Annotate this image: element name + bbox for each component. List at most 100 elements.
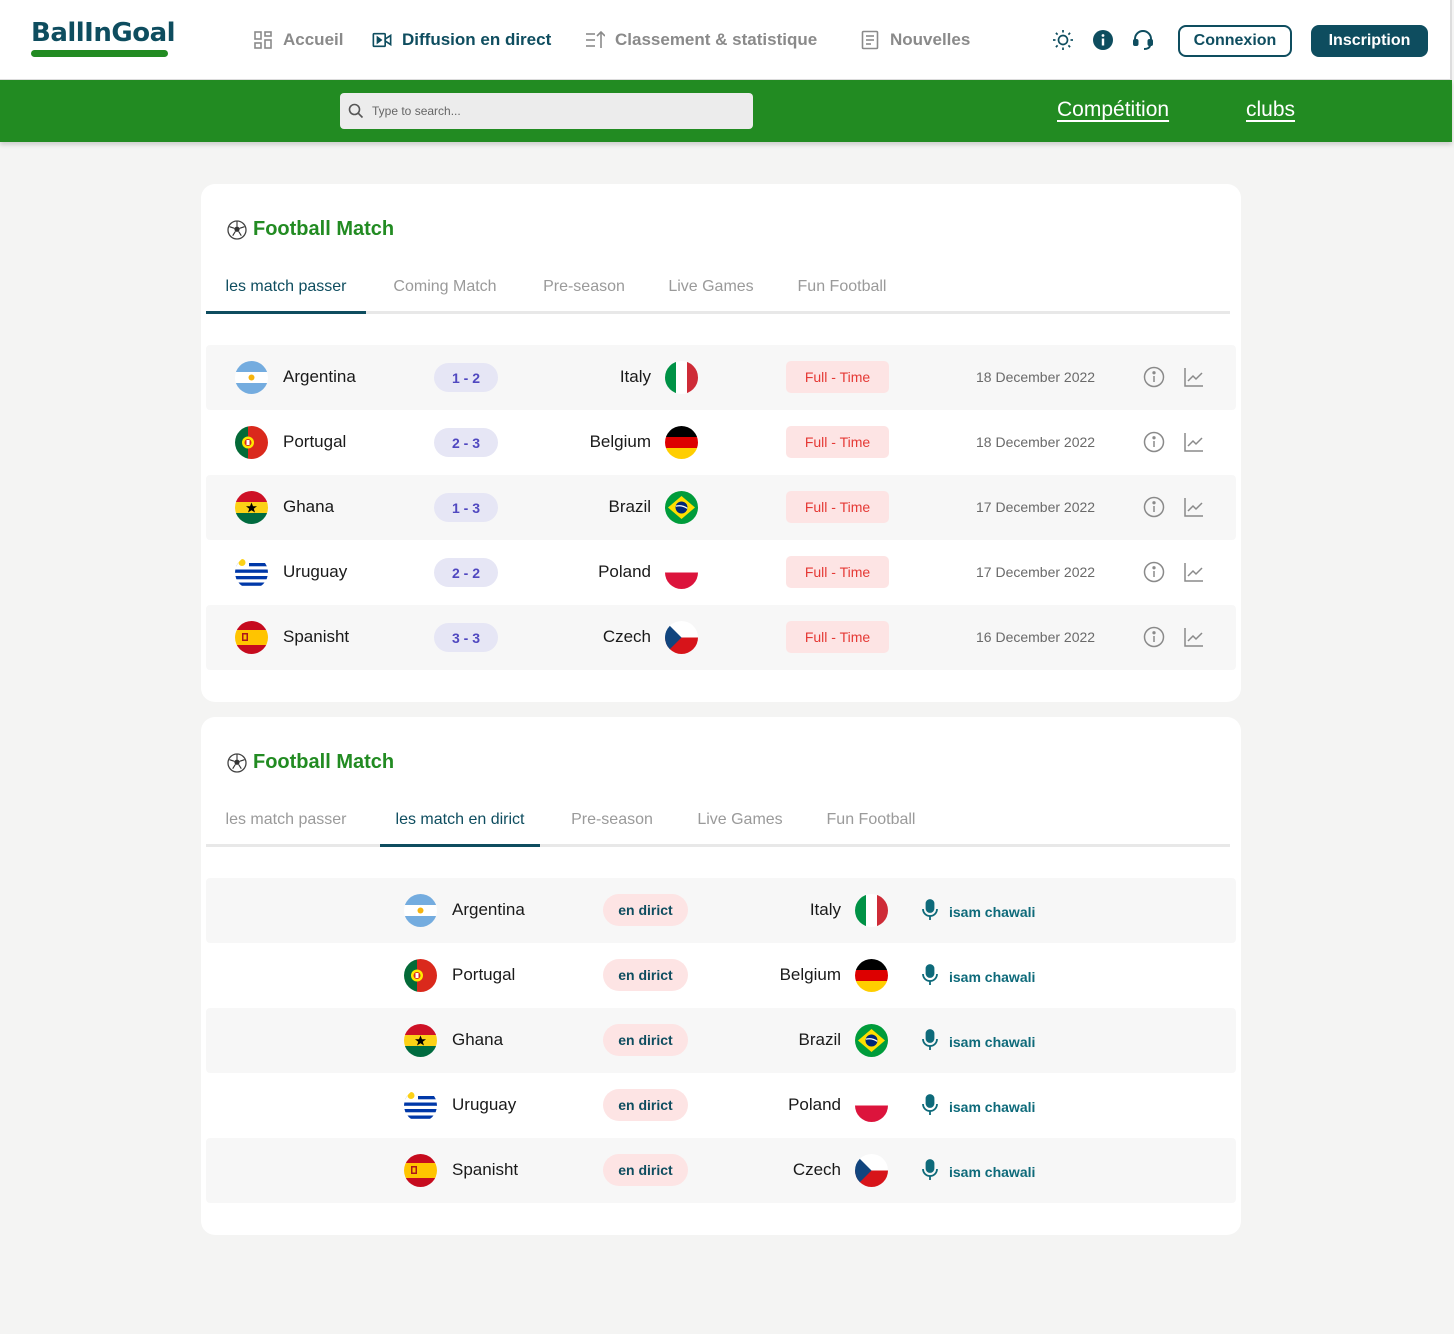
home-team: Argentina bbox=[283, 367, 356, 386]
uruguay-flag bbox=[235, 556, 268, 589]
tab-live-games[interactable]: Live Games bbox=[682, 811, 798, 847]
live-match-row[interactable]: Ghana en dirict Brazil isam chawali bbox=[206, 1008, 1236, 1073]
live-matches-card: Football Match les match passer les matc… bbox=[201, 717, 1241, 1235]
stats-chart-icon[interactable] bbox=[1183, 626, 1205, 648]
live-badge: en dirict bbox=[603, 894, 688, 926]
commentator[interactable]: isam chawali bbox=[921, 899, 1035, 924]
portugal-flag bbox=[404, 959, 437, 992]
score-badge: 1 - 3 bbox=[434, 493, 498, 522]
czech-flag bbox=[665, 621, 698, 654]
info-icon[interactable] bbox=[1143, 431, 1165, 453]
info-icon[interactable] bbox=[1092, 29, 1114, 51]
commentator[interactable]: isam chawali bbox=[921, 964, 1035, 989]
germany-flag bbox=[855, 959, 888, 992]
stats-chart-icon[interactable] bbox=[1183, 431, 1205, 453]
sub-navbar: Compétition clubs bbox=[0, 80, 1452, 142]
live-match-row[interactable]: Uruguay en dirict Poland isam chawali bbox=[206, 1073, 1236, 1138]
stats-chart-icon[interactable] bbox=[1183, 561, 1205, 583]
tab-les-match-passer[interactable]: les match passer bbox=[206, 811, 366, 847]
home-team: Portugal bbox=[283, 432, 347, 451]
score-badge: 1 - 2 bbox=[434, 363, 498, 392]
live-match-row[interactable]: Argentina en dirict Italy isam chawali bbox=[206, 878, 1236, 943]
commentator[interactable]: isam chawali bbox=[921, 1029, 1035, 1054]
match-row[interactable]: Argentina 1 - 2 Italy Full - Time 18 Dec… bbox=[206, 345, 1236, 410]
grid-icon bbox=[254, 31, 272, 49]
nav-classement[interactable]: Classement & statistique bbox=[585, 29, 817, 51]
commentator-name: isam chawali bbox=[949, 1163, 1036, 1180]
tab-fun-football[interactable]: Fun Football bbox=[780, 278, 904, 314]
italy-flag bbox=[665, 361, 698, 394]
uruguay-flag bbox=[404, 1089, 437, 1122]
away-team: Italy bbox=[809, 900, 841, 919]
tab-les-match-en-dirict[interactable]: les match en dirict bbox=[380, 811, 540, 847]
home-team: Uruguay bbox=[283, 562, 348, 581]
match-row[interactable]: Portugal 2 - 3 Belgium Full - Time 18 De… bbox=[206, 410, 1236, 475]
clubs-link[interactable]: clubs bbox=[1246, 98, 1295, 122]
tab-les-match-passer[interactable]: les match passer bbox=[206, 278, 366, 314]
score-badge: 2 - 2 bbox=[434, 558, 498, 587]
away-team: Belgium bbox=[589, 432, 651, 451]
nav-accueil[interactable]: Accueil bbox=[253, 29, 343, 51]
away-team: Poland bbox=[788, 1095, 841, 1114]
top-header: BallInGoal Accueil Diffusion en direct C… bbox=[0, 0, 1452, 80]
match-row[interactable]: Ghana 1 - 3 Brazil Full - Time 17 Decemb… bbox=[206, 475, 1236, 540]
login-button[interactable]: Connexion bbox=[1178, 25, 1292, 57]
ghana-flag bbox=[404, 1024, 437, 1057]
headset-icon[interactable] bbox=[1132, 29, 1154, 51]
logo[interactable]: BallInGoal bbox=[31, 18, 176, 57]
info-icon[interactable] bbox=[1143, 496, 1165, 518]
match-row[interactable]: Spanisht 3 - 3 Czech Full - Time 16 Dece… bbox=[206, 605, 1236, 670]
brazil-flag bbox=[855, 1024, 888, 1057]
microphone-icon bbox=[921, 1094, 939, 1119]
live-match-row[interactable]: Portugal en dirict Belgium isam chawali bbox=[206, 943, 1236, 1008]
live-badge: en dirict bbox=[603, 1024, 688, 1056]
newspaper-icon bbox=[861, 30, 879, 50]
microphone-icon bbox=[921, 899, 939, 924]
stats-chart-icon[interactable] bbox=[1183, 496, 1205, 518]
search-input[interactable] bbox=[372, 104, 732, 118]
commentator-name: isam chawali bbox=[949, 903, 1036, 920]
match-row[interactable]: Uruguay 2 - 2 Poland Full - Time 17 Dece… bbox=[206, 540, 1236, 605]
microphone-icon bbox=[921, 964, 939, 989]
match-tabs: les match passer Coming Match Pre-season… bbox=[206, 274, 1230, 314]
status-badge: Full - Time bbox=[786, 361, 889, 393]
home-team: Ghana bbox=[283, 497, 335, 516]
tab-pre-season[interactable]: Pre-season bbox=[556, 811, 668, 847]
info-icon[interactable] bbox=[1143, 366, 1165, 388]
logo-text: BallInGoal bbox=[31, 18, 176, 48]
nav-diffusion[interactable]: Diffusion en direct bbox=[372, 29, 551, 51]
home-team: Uruguay bbox=[452, 1095, 517, 1114]
away-team: Brazil bbox=[608, 497, 651, 516]
logo-underline bbox=[31, 50, 168, 57]
info-icon[interactable] bbox=[1143, 561, 1165, 583]
match-date: 17 December 2022 bbox=[976, 499, 1096, 515]
tab-fun-football[interactable]: Fun Football bbox=[810, 811, 932, 847]
nav-label: Nouvelles bbox=[890, 30, 971, 49]
commentator[interactable]: isam chawali bbox=[921, 1094, 1035, 1119]
poland-flag bbox=[855, 1089, 888, 1122]
tab-live-games[interactable]: Live Games bbox=[652, 278, 770, 314]
microphone-icon bbox=[921, 1159, 939, 1184]
commentator[interactable]: isam chawali bbox=[921, 1159, 1035, 1184]
nav-nouvelles[interactable]: Nouvelles bbox=[860, 29, 970, 51]
home-team: Spanisht bbox=[283, 627, 350, 646]
live-badge: en dirict bbox=[603, 1154, 688, 1186]
sun-icon[interactable] bbox=[1052, 29, 1074, 51]
portugal-flag bbox=[235, 426, 268, 459]
live-match-row[interactable]: Spanisht en dirict Czech isam chawali bbox=[206, 1138, 1236, 1203]
search-box[interactable] bbox=[340, 93, 753, 129]
competition-link[interactable]: Compétition bbox=[1057, 98, 1169, 122]
past-matches-card: Football Match les match passer Coming M… bbox=[201, 184, 1241, 702]
info-icon[interactable] bbox=[1143, 626, 1165, 648]
stats-chart-icon[interactable] bbox=[1183, 366, 1205, 388]
match-date: 18 December 2022 bbox=[976, 434, 1096, 450]
spain-flag bbox=[235, 621, 268, 654]
brazil-flag bbox=[665, 491, 698, 524]
status-badge: Full - Time bbox=[786, 491, 889, 523]
home-team: Ghana bbox=[452, 1030, 504, 1049]
tab-coming-match[interactable]: Coming Match bbox=[376, 278, 514, 314]
tab-pre-season[interactable]: Pre-season bbox=[526, 278, 642, 314]
ghana-flag bbox=[235, 491, 268, 524]
signup-button[interactable]: Inscription bbox=[1311, 25, 1428, 57]
match-tabs: les match passer les match en dirict Pre… bbox=[206, 807, 1230, 847]
